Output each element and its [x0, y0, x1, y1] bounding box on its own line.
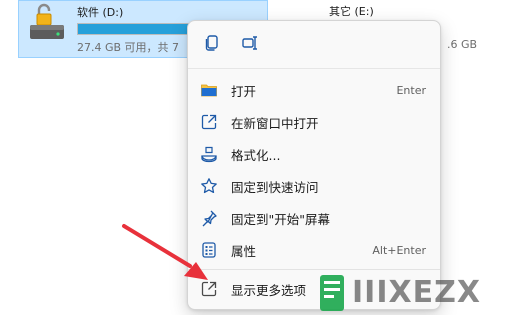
menu-item-open[interactable]: 打开 Enter — [188, 74, 440, 106]
menu-item-label: 在新窗口中打开 — [231, 115, 319, 131]
copy-button[interactable] — [198, 31, 226, 59]
pin-icon — [200, 209, 218, 227]
menu-item-label: 格式化... — [231, 147, 281, 163]
menu-item-label: 固定到"开始"屏幕 — [231, 211, 330, 227]
menu-item-pin-start[interactable]: 固定到"开始"屏幕 — [188, 202, 440, 234]
menu-item-shortcut: Enter — [396, 83, 426, 97]
show-more-icon — [200, 280, 218, 298]
menu-item-label: 打开 — [231, 83, 257, 99]
watermark-logo-icon — [320, 274, 344, 311]
drive-icon — [27, 3, 67, 43]
menu-item-open-new-window[interactable]: 在新窗口中打开 — [188, 106, 440, 138]
drive-name: 软件 (D:) — [77, 6, 124, 19]
watermark: IIIXEZX — [318, 270, 505, 315]
open-new-window-icon — [200, 113, 218, 131]
drive-free-space: .6 GB — [447, 38, 478, 51]
menu-item-label: 固定到快速访问 — [231, 179, 319, 195]
menu-item-shortcut: Alt+Enter — [372, 243, 426, 257]
watermark-text-icon: IIIXEZX — [352, 274, 481, 310]
drive-name: 其它 (E:) — [329, 5, 374, 18]
menu-item-format[interactable]: 格式化... — [188, 138, 440, 170]
properties-icon — [200, 241, 218, 259]
menu-item-label: 显示更多选项 — [231, 282, 307, 298]
rename-button[interactable] — [236, 31, 264, 59]
menu-item-pin-quick-access[interactable]: 固定到快速访问 — [188, 170, 440, 202]
screen: 软件 (D:) 27.4 GB 可用，共 7 其它 (E:) .6 GB 打开 … — [0, 0, 505, 315]
copy-icon — [203, 34, 221, 56]
context-menu: 打开 Enter 在新窗口中打开 格式化... 固定到快速访问 固定到"开始"屏… — [187, 20, 441, 310]
folder-icon — [200, 81, 218, 99]
drive-free-space: 27.4 GB 可用，共 7 — [77, 41, 180, 54]
context-menu-quick-actions — [188, 21, 440, 69]
menu-item-label: 属性 — [231, 243, 257, 259]
rename-icon — [241, 34, 259, 56]
format-icon — [200, 145, 218, 163]
menu-item-properties[interactable]: 属性 Alt+Enter — [188, 234, 440, 266]
star-icon — [200, 177, 218, 195]
